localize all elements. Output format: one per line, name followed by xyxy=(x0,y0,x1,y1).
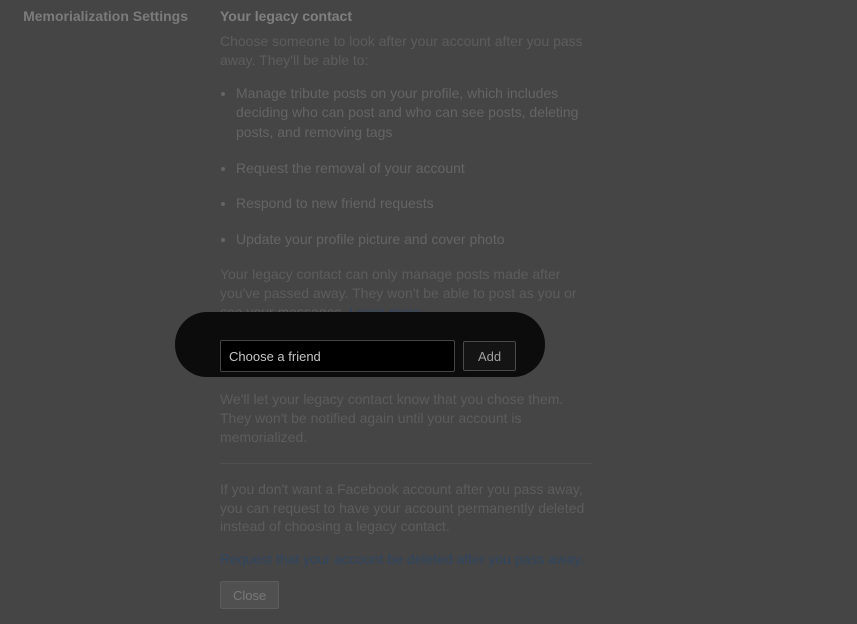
legacy-contact-section: Your legacy contact Choose someone to lo… xyxy=(192,8,592,609)
choose-friend-input[interactable] xyxy=(220,340,455,372)
capabilities-list: Manage tribute posts on your profile, wh… xyxy=(236,84,592,250)
sidebar-label-memorialization: Memorialization Settings xyxy=(2,8,188,24)
section-intro: Choose someone to look after your accoun… xyxy=(220,32,592,70)
section-title: Your legacy contact xyxy=(220,8,592,24)
friend-input-row: Add xyxy=(220,340,592,372)
list-item: Update your profile picture and cover ph… xyxy=(236,230,592,250)
request-delete-link[interactable]: Request that your account be deleted aft… xyxy=(220,550,592,569)
divider xyxy=(220,463,592,464)
list-item: Manage tribute posts on your profile, wh… xyxy=(236,84,592,143)
list-item: Respond to new friend requests xyxy=(236,194,592,214)
add-button[interactable]: Add xyxy=(463,341,516,371)
close-button[interactable]: Close xyxy=(220,581,279,609)
delete-info-text: If you don't want a Facebook account aft… xyxy=(220,480,592,537)
list-item: Request the removal of your account xyxy=(236,159,592,179)
notify-text: We'll let your legacy contact know that … xyxy=(220,390,592,447)
